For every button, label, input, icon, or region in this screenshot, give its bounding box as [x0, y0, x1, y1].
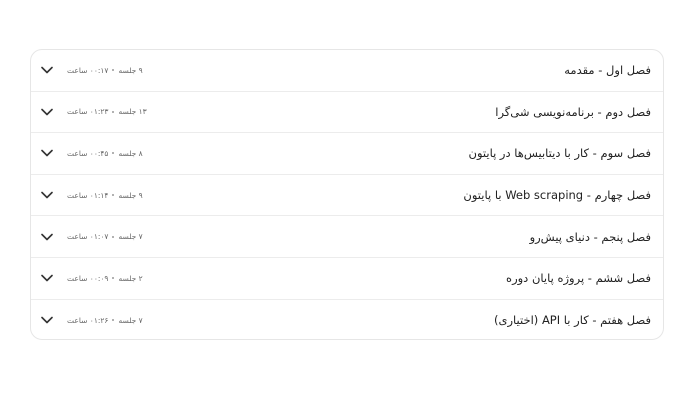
separator-dot — [112, 319, 115, 322]
chapter-meta: ۷ جلسه ۰۱:۲۶ ساعت — [67, 316, 143, 325]
chapter-sessions: ۸ جلسه — [118, 148, 143, 158]
chapter-sessions: ۷ جلسه — [118, 315, 143, 325]
chapter-meta: ۸ جلسه ۰۰:۴۵ ساعت — [67, 149, 143, 158]
chapter-row-6[interactable]: ۲ جلسه ۰۰:۰۹ ساعت فصل ششم - پروژه پایان … — [31, 258, 663, 300]
chapter-row-2[interactable]: ۱۳ جلسه ۰۱:۲۳ ساعت فصل دوم - برنامه‌نویس… — [31, 92, 663, 134]
chapter-sessions: ۷ جلسه — [118, 232, 143, 242]
separator-dot — [112, 277, 115, 280]
chapter-duration: ۰۰:۰۹ ساعت — [67, 273, 109, 283]
chapter-title: فصل هفتم - کار با API (اختیاری) — [494, 313, 651, 328]
chapter-meta: ۹ جلسه ۰۰:۱۷ ساعت — [67, 66, 143, 75]
chapter-meta: ۷ جلسه ۰۱:۰۷ ساعت — [67, 232, 143, 241]
chapter-title: فصل دوم - برنامه‌نویسی شی‌گرا — [495, 104, 651, 119]
chevron-down-icon[interactable] — [40, 271, 54, 285]
chapter-row-7[interactable]: ۷ جلسه ۰۱:۲۶ ساعت فصل هفتم - کار با API … — [31, 300, 663, 339]
chevron-down-icon[interactable] — [40, 105, 54, 119]
chevron-down-icon[interactable] — [40, 188, 54, 202]
chapter-duration: ۰۱:۲۳ ساعت — [67, 107, 109, 117]
chapter-title: فصل ششم - پروژه پایان دوره — [506, 271, 651, 286]
chapter-duration: ۰۱:۱۴ ساعت — [67, 190, 109, 200]
chapter-meta: ۲ جلسه ۰۰:۰۹ ساعت — [67, 274, 143, 283]
chapter-duration: ۰۰:۴۵ ساعت — [67, 148, 109, 158]
chapter-row-1[interactable]: ۹ جلسه ۰۰:۱۷ ساعت فصل اول - مقدمه — [31, 50, 663, 92]
chapter-row-3[interactable]: ۸ جلسه ۰۰:۴۵ ساعت فصل سوم - کار با دیتاب… — [31, 133, 663, 175]
chapter-title: فصل چهارم - Web scraping با پایتون — [463, 188, 651, 203]
chapter-sessions: ۱۳ جلسه — [118, 107, 147, 117]
chapter-title: فصل پنجم - دنیای پیش‌رو — [529, 229, 651, 244]
chapter-duration: ۰۱:۰۷ ساعت — [67, 232, 109, 242]
separator-dot — [112, 235, 115, 238]
chapter-duration: ۰۰:۱۷ ساعت — [67, 65, 109, 75]
chapter-row-5[interactable]: ۷ جلسه ۰۱:۰۷ ساعت فصل پنجم - دنیای پیش‌ر… — [31, 216, 663, 258]
chapter-title: فصل سوم - کار با دیتابیس‌ها در پایتون — [468, 146, 651, 161]
chapter-duration: ۰۱:۲۶ ساعت — [67, 315, 109, 325]
chevron-down-icon[interactable] — [40, 230, 54, 244]
chevron-down-icon[interactable] — [40, 63, 54, 77]
chapter-title: فصل اول - مقدمه — [564, 63, 651, 78]
chapter-sessions: ۲ جلسه — [118, 273, 143, 283]
chapter-meta: ۹ جلسه ۰۱:۱۴ ساعت — [67, 191, 143, 200]
separator-dot — [112, 194, 115, 197]
chapter-row-4[interactable]: ۹ جلسه ۰۱:۱۴ ساعت فصل چهارم - Web scrapi… — [31, 175, 663, 217]
chevron-down-icon[interactable] — [40, 146, 54, 160]
separator-dot — [112, 69, 115, 72]
chevron-down-icon[interactable] — [40, 313, 54, 327]
separator-dot — [112, 110, 115, 113]
chapter-meta: ۱۳ جلسه ۰۱:۲۳ ساعت — [67, 107, 147, 116]
chapters-accordion: ۹ جلسه ۰۰:۱۷ ساعت فصل اول - مقدمه ۱۳ جلس… — [30, 49, 664, 340]
chapter-sessions: ۹ جلسه — [118, 190, 143, 200]
separator-dot — [112, 152, 115, 155]
chapter-sessions: ۹ جلسه — [118, 65, 143, 75]
